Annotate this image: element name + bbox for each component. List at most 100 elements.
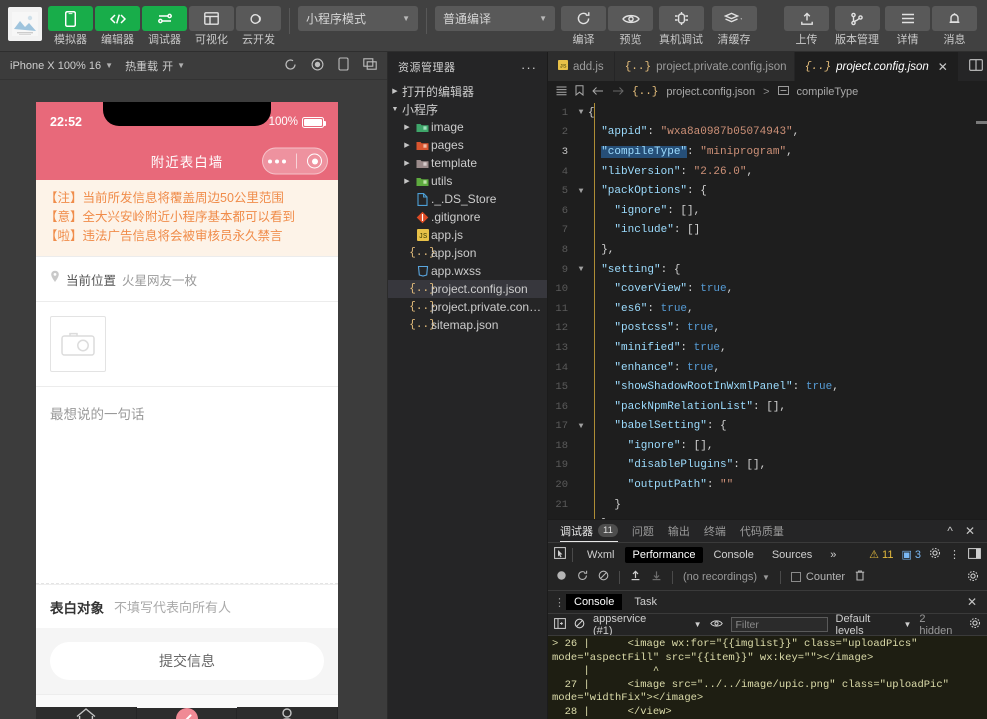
explorer-file-gitignore[interactable]: .gitignore xyxy=(388,208,547,226)
tabbar-item-home[interactable] xyxy=(36,707,137,719)
log-levels-select[interactable]: Default levels ▼ xyxy=(836,613,912,637)
rotate-device-icon[interactable] xyxy=(338,57,349,74)
recordings-select[interactable]: (no recordings) ▼ xyxy=(683,571,770,583)
code-editor[interactable]: 1 ▼{2 "appid": "wxa8a0987b05074943", 3 "co… xyxy=(548,103,987,519)
scrollbar-thumb[interactable] xyxy=(976,121,987,124)
toolbar-button-editor[interactable]: 编辑器 xyxy=(95,6,140,47)
debugger-tab-output[interactable]: 输出 xyxy=(668,520,690,542)
toolbar-button-upload[interactable]: 上传 xyxy=(784,6,829,47)
debugger-tab-terminal[interactable]: 终端 xyxy=(704,520,726,542)
toolbar-button-details[interactable]: 详情 xyxy=(885,6,930,47)
wechat-capsule-button[interactable] xyxy=(262,147,328,175)
console-sidebar-icon[interactable] xyxy=(554,617,566,632)
phone-preview[interactable]: 22:52 100% 附近表白墙 【注】当前所发信息将覆盖周边50公里范围 【意… xyxy=(36,102,338,719)
task-tab[interactable]: Task xyxy=(626,594,665,610)
compile-mode-select[interactable]: 小程序模式 ▼ xyxy=(298,6,418,31)
explorer-file-appjson[interactable]: {..} app.json xyxy=(388,244,547,262)
refresh-circle-icon[interactable] xyxy=(284,58,297,74)
chevron-up-icon[interactable]: ^ xyxy=(947,524,953,538)
toolbar-button-debugger[interactable]: 调试器 xyxy=(142,6,187,47)
target-row[interactable]: 表白对象 不填写代表向所有人 xyxy=(36,584,338,628)
record-icon[interactable] xyxy=(311,58,324,74)
explorer-file-dsstore[interactable]: ._.DS_Store xyxy=(388,190,547,208)
kebab-menu-icon[interactable]: ⋮ xyxy=(949,548,960,561)
gear-icon[interactable] xyxy=(969,617,981,632)
hot-reload-select[interactable]: 热重载 开 ▼ xyxy=(119,58,191,74)
project-avatar[interactable] xyxy=(8,7,42,41)
debugger-tab-problems[interactable]: 问题 xyxy=(632,520,654,542)
forward-arrow-icon[interactable] xyxy=(612,86,624,99)
explorer-folder-utils[interactable]: ▶ utils xyxy=(388,172,547,190)
message-input[interactable]: 最想说的一句话 xyxy=(36,387,338,439)
explorer-folder-pages[interactable]: ▶ pages xyxy=(388,136,547,154)
tabbar-item-post[interactable] xyxy=(136,707,238,719)
reload-icon[interactable] xyxy=(577,570,588,584)
devtools-tab-console[interactable]: Console xyxy=(705,547,761,563)
console-output[interactable]: > 26 | <image wx:for="{{imglist}}" class… xyxy=(548,635,987,719)
console-tab[interactable]: Console xyxy=(566,594,623,610)
explorer-file-project-config[interactable]: {..} project.config.json xyxy=(388,280,547,298)
outline-icon[interactable] xyxy=(556,86,567,99)
bookmark-icon[interactable] xyxy=(575,85,584,99)
download-profile-icon[interactable] xyxy=(651,570,662,584)
breadcrumb-symbol[interactable]: compileType xyxy=(797,86,859,98)
toolbar-button-simulator[interactable]: 模拟器 xyxy=(48,6,93,47)
toolbar-button-clear-cache[interactable]: 清缓存 xyxy=(709,6,759,47)
back-arrow-icon[interactable] xyxy=(592,86,604,99)
explorer-file-project-private-config[interactable]: {..} project.private.config.js... xyxy=(388,298,547,316)
image-upload-row[interactable] xyxy=(36,302,338,387)
toolbar-button-visualization[interactable]: 可视化 xyxy=(189,6,234,47)
explorer-section-project[interactable]: ▼ 小程序 xyxy=(388,100,547,118)
dock-side-icon[interactable] xyxy=(968,547,981,562)
editor-tab-add-js[interactable]: JS add.js xyxy=(548,52,615,81)
record-icon[interactable] xyxy=(556,570,567,584)
fold-chevron-icon[interactable]: ▼ xyxy=(574,187,588,196)
clear-icon[interactable] xyxy=(598,570,609,584)
toolbar-button-compile[interactable]: 编译 xyxy=(561,6,606,47)
toolbar-button-preview[interactable]: 预览 xyxy=(608,6,653,47)
editor-tab-project-config[interactable]: {..} project.config.json ✕ xyxy=(794,52,959,81)
info-count[interactable]: ▣ 3 xyxy=(901,548,921,562)
editor-scrollbar[interactable] xyxy=(976,103,987,519)
gear-icon[interactable] xyxy=(967,570,979,585)
explorer-file-appjs[interactable]: JS app.js xyxy=(388,226,547,244)
console-filter-input[interactable]: Filter xyxy=(730,617,828,632)
fold-chevron-icon[interactable]: ▼ xyxy=(574,422,588,431)
devtools-tab-wxml[interactable]: Wxml xyxy=(579,547,623,563)
close-icon[interactable]: ✕ xyxy=(965,524,975,538)
device-select[interactable]: iPhone X 100% 16 ▼ xyxy=(4,60,119,72)
eye-icon[interactable] xyxy=(709,619,723,631)
submit-button[interactable]: 提交信息 xyxy=(50,642,324,680)
close-icon[interactable]: ✕ xyxy=(938,60,948,74)
trash-icon[interactable] xyxy=(855,570,865,584)
inspect-element-icon[interactable] xyxy=(554,546,566,564)
toolbar-button-remote-debug[interactable]: 真机调试 xyxy=(655,6,707,47)
clear-console-icon[interactable] xyxy=(574,618,585,632)
fold-chevron-icon[interactable]: ▼ xyxy=(574,108,588,117)
compile-type-select[interactable]: 普通编译 ▼ xyxy=(435,6,555,31)
counter-checkbox[interactable]: Counter xyxy=(790,571,845,583)
editor-tab-project-private-config[interactable]: {..} project.private.config.json xyxy=(614,52,795,81)
toolbar-button-version-control[interactable]: 版本管理 xyxy=(831,6,883,47)
upload-profile-icon[interactable] xyxy=(630,570,641,584)
explorer-file-appwxss[interactable]: app.wxss xyxy=(388,262,547,280)
tabbar-item-profile[interactable] xyxy=(237,707,338,719)
devtools-tab-more[interactable]: » xyxy=(822,547,844,563)
drawer-grip-icon[interactable]: ⋮ xyxy=(554,596,565,609)
close-icon[interactable]: ✕ xyxy=(967,595,981,609)
explorer-file-sitemap[interactable]: {..} sitemap.json xyxy=(388,316,547,334)
devtools-tab-performance[interactable]: Performance xyxy=(624,546,704,563)
explorer-section-open-editors[interactable]: ▶ 打开的编辑器 xyxy=(388,82,547,100)
console-context-select[interactable]: appservice (#1) ▼ xyxy=(593,613,702,637)
toolbar-button-cloud[interactable]: 云开发 xyxy=(236,6,281,47)
more-icon[interactable]: ··· xyxy=(521,60,537,75)
location-row[interactable]: 当前位置 火星网友一枚 xyxy=(36,256,338,302)
split-editor-icon[interactable] xyxy=(969,58,983,76)
fold-chevron-icon[interactable]: ▼ xyxy=(574,265,588,274)
debugger-tab-debugger[interactable]: 调试器 11 xyxy=(560,520,618,542)
explorer-folder-template[interactable]: ▶ template xyxy=(388,154,547,172)
devtools-tab-sources[interactable]: Sources xyxy=(764,547,820,563)
toolbar-button-messages[interactable]: 消息 xyxy=(932,6,977,47)
gear-icon[interactable] xyxy=(929,547,941,562)
breadcrumb-file[interactable]: project.config.json xyxy=(666,86,755,98)
